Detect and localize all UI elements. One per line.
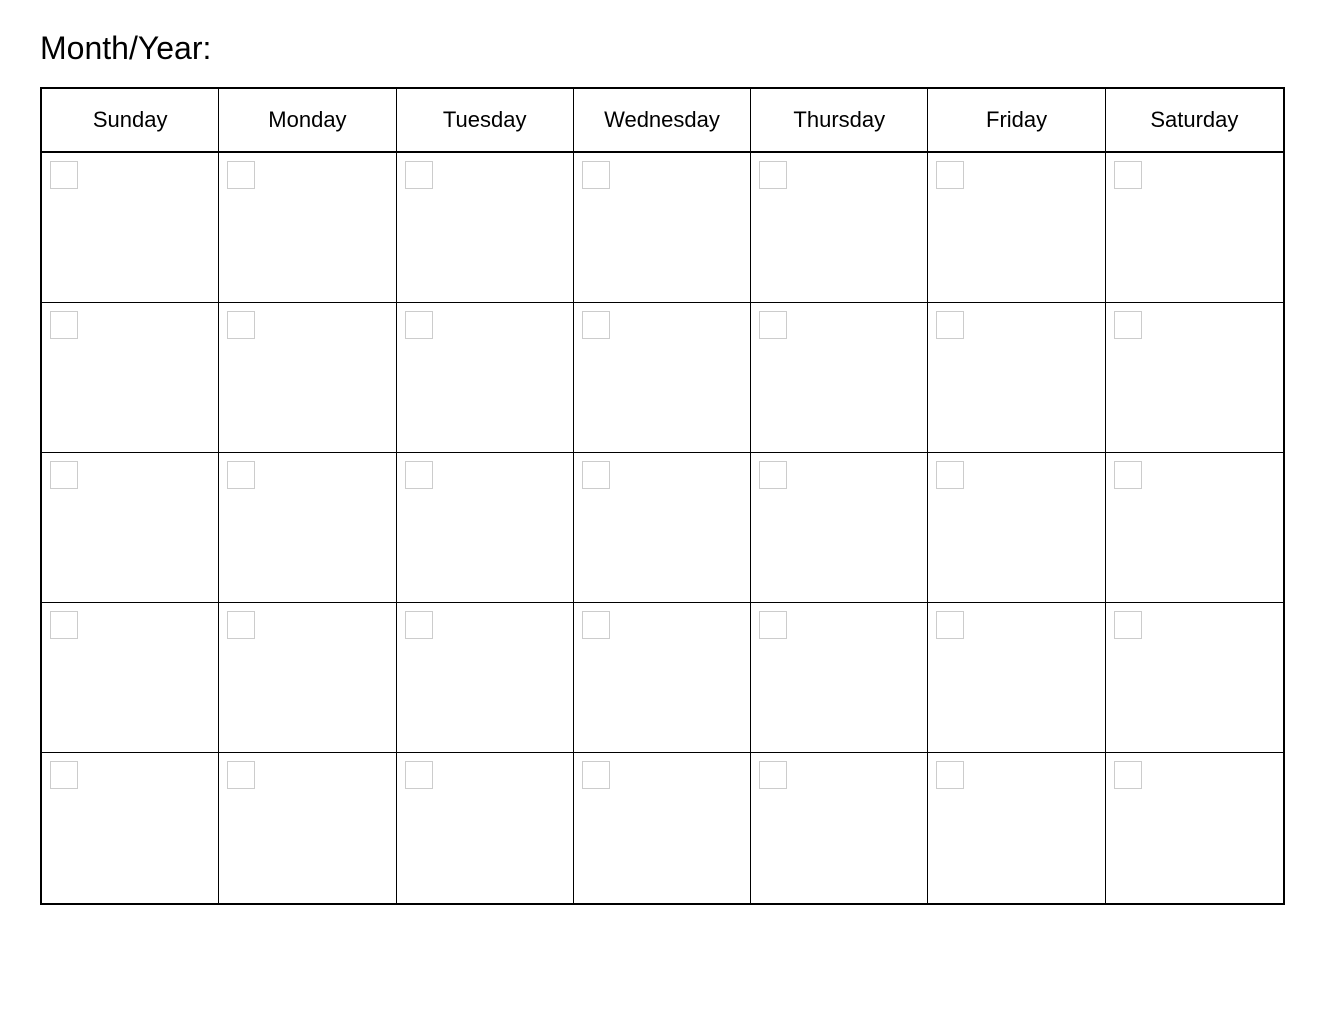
calendar-cell[interactable] (751, 153, 928, 302)
calendar-cell[interactable] (42, 303, 219, 452)
date-box (405, 611, 433, 639)
calendar-cell[interactable] (42, 603, 219, 752)
calendar: SundayMondayTuesdayWednesdayThursdayFrid… (40, 87, 1285, 905)
calendar-cell[interactable] (1106, 753, 1283, 903)
calendar-header-cell: Monday (219, 89, 396, 151)
calendar-cell[interactable] (928, 303, 1105, 452)
date-box (759, 611, 787, 639)
calendar-cell[interactable] (397, 603, 574, 752)
date-box (227, 311, 255, 339)
calendar-cell[interactable] (751, 303, 928, 452)
date-box (582, 611, 610, 639)
date-box (759, 761, 787, 789)
calendar-cell[interactable] (219, 603, 396, 752)
calendar-cell[interactable] (219, 303, 396, 452)
calendar-header-cell: Tuesday (397, 89, 574, 151)
calendar-row (42, 453, 1283, 603)
date-box (1114, 611, 1142, 639)
calendar-cell[interactable] (751, 453, 928, 602)
calendar-cell[interactable] (1106, 153, 1283, 302)
calendar-cell[interactable] (397, 453, 574, 602)
date-box (582, 311, 610, 339)
page-title: Month/Year: (40, 30, 1285, 67)
calendar-row (42, 153, 1283, 303)
calendar-header: SundayMondayTuesdayWednesdayThursdayFrid… (42, 89, 1283, 153)
calendar-header-cell: Sunday (42, 89, 219, 151)
calendar-cell[interactable] (219, 753, 396, 903)
date-box (936, 611, 964, 639)
date-box (582, 161, 610, 189)
date-box (50, 611, 78, 639)
date-box (759, 161, 787, 189)
date-box (405, 761, 433, 789)
calendar-header-cell: Friday (928, 89, 1105, 151)
date-box (405, 311, 433, 339)
calendar-cell[interactable] (751, 753, 928, 903)
calendar-cell[interactable] (397, 753, 574, 903)
date-box (50, 311, 78, 339)
calendar-cell[interactable] (397, 153, 574, 302)
calendar-row (42, 303, 1283, 453)
date-box (1114, 311, 1142, 339)
date-box (227, 761, 255, 789)
date-box (50, 161, 78, 189)
calendar-header-cell: Saturday (1106, 89, 1283, 151)
date-box (50, 461, 78, 489)
date-box (227, 161, 255, 189)
calendar-cell[interactable] (928, 153, 1105, 302)
calendar-body (42, 153, 1283, 903)
calendar-header-cell: Thursday (751, 89, 928, 151)
date-box (759, 311, 787, 339)
date-box (582, 761, 610, 789)
calendar-row (42, 603, 1283, 753)
date-box (936, 311, 964, 339)
calendar-cell[interactable] (751, 603, 928, 752)
calendar-cell[interactable] (574, 453, 751, 602)
date-box (227, 461, 255, 489)
calendar-cell[interactable] (574, 303, 751, 452)
calendar-cell[interactable] (928, 453, 1105, 602)
calendar-cell[interactable] (219, 153, 396, 302)
calendar-cell[interactable] (1106, 603, 1283, 752)
calendar-cell[interactable] (928, 753, 1105, 903)
calendar-cell[interactable] (1106, 453, 1283, 602)
calendar-row (42, 753, 1283, 903)
date-box (582, 461, 610, 489)
date-box (936, 761, 964, 789)
date-box (405, 161, 433, 189)
date-box (1114, 761, 1142, 789)
calendar-cell[interactable] (42, 753, 219, 903)
calendar-cell[interactable] (42, 453, 219, 602)
calendar-cell[interactable] (928, 603, 1105, 752)
calendar-cell[interactable] (397, 303, 574, 452)
calendar-cell[interactable] (42, 153, 219, 302)
calendar-cell[interactable] (219, 453, 396, 602)
date-box (405, 461, 433, 489)
date-box (936, 461, 964, 489)
date-box (936, 161, 964, 189)
calendar-cell[interactable] (574, 153, 751, 302)
date-box (50, 761, 78, 789)
date-box (1114, 461, 1142, 489)
date-box (1114, 161, 1142, 189)
calendar-cell[interactable] (574, 753, 751, 903)
calendar-cell[interactable] (1106, 303, 1283, 452)
date-box (759, 461, 787, 489)
calendar-header-cell: Wednesday (574, 89, 751, 151)
calendar-cell[interactable] (574, 603, 751, 752)
date-box (227, 611, 255, 639)
